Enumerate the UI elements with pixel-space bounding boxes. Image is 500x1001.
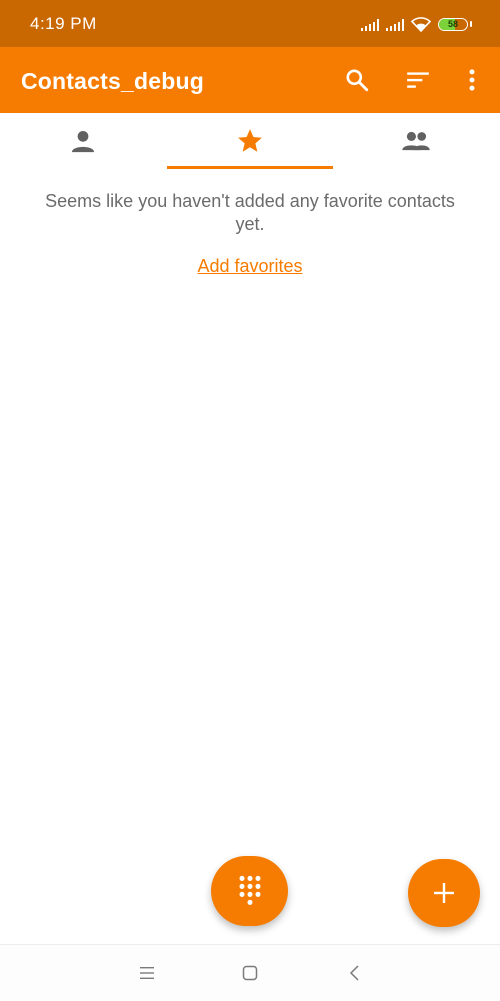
more-vert-icon xyxy=(469,69,475,91)
add-contact-button[interactable] xyxy=(408,859,480,927)
group-icon xyxy=(402,131,430,151)
tab-bar xyxy=(0,113,500,171)
sort-icon xyxy=(407,72,429,88)
app-bar: Contacts_debug xyxy=(0,47,500,113)
plus-icon xyxy=(434,883,454,903)
search-icon xyxy=(346,69,369,92)
app-title: Contacts_debug xyxy=(21,68,204,94)
more-options-button[interactable] xyxy=(459,67,485,93)
home-square-icon xyxy=(242,965,258,981)
battery-tip xyxy=(470,21,472,27)
dialpad-button[interactable] xyxy=(211,856,288,926)
signal-icon xyxy=(386,18,404,31)
battery-icon: 58 xyxy=(438,17,468,31)
status-bar: 4:19 PM 58 xyxy=(0,0,500,47)
tab-groups[interactable] xyxy=(333,113,499,171)
system-nav-bar xyxy=(0,944,500,1001)
empty-state-message: Seems like you haven't added any favorit… xyxy=(45,191,455,234)
home-button[interactable] xyxy=(240,963,260,983)
recent-apps-button[interactable] xyxy=(137,963,157,983)
search-button[interactable] xyxy=(344,67,370,93)
tab-contacts[interactable] xyxy=(0,113,166,171)
status-time: 4:19 PM xyxy=(30,14,97,33)
dialpad-icon xyxy=(238,875,261,905)
add-favorites-link[interactable]: Add favorites xyxy=(0,256,500,277)
tab-indicator xyxy=(167,166,333,169)
signal-icon xyxy=(361,18,380,31)
back-button[interactable] xyxy=(345,963,365,983)
star-icon xyxy=(238,129,262,152)
wifi-icon xyxy=(411,16,431,32)
person-icon xyxy=(71,130,95,153)
status-icons: 58 xyxy=(361,14,472,34)
sort-button[interactable] xyxy=(405,67,431,93)
menu-icon xyxy=(140,967,154,979)
tab-favorites[interactable] xyxy=(167,113,333,171)
battery-level: 58 xyxy=(447,19,458,29)
back-chevron-icon xyxy=(349,965,359,981)
